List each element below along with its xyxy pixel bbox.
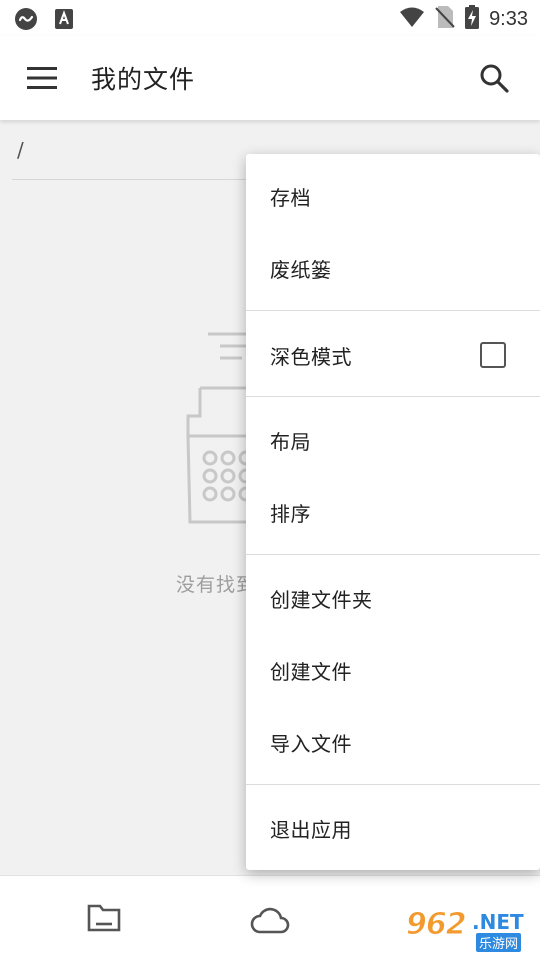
app-notification-icon bbox=[14, 7, 38, 35]
menu-item-archive[interactable]: 存档 bbox=[246, 160, 540, 232]
status-bar: 9:33 bbox=[0, 0, 540, 36]
watermark-number: 962 bbox=[406, 907, 468, 943]
a-notification-icon bbox=[54, 8, 74, 34]
menu-item-label: 退出应用 bbox=[270, 817, 352, 842]
menu-divider bbox=[246, 554, 540, 555]
menu-item-exit-app[interactable]: 退出应用 bbox=[246, 792, 540, 864]
menu-item-dark-mode[interactable]: 深色模式 bbox=[246, 318, 540, 392]
search-icon[interactable] bbox=[474, 58, 514, 98]
menu-item-create-folder[interactable]: 创建文件夹 bbox=[246, 562, 540, 634]
app-bar: 我的文件 bbox=[0, 36, 540, 120]
menu-item-label: 布局 bbox=[270, 429, 311, 454]
watermark-logo: 962 .NET 乐游网 bbox=[400, 907, 535, 952]
menu-item-label: 导入文件 bbox=[270, 731, 352, 756]
wifi-icon bbox=[399, 6, 425, 32]
battery-charging-icon bbox=[465, 5, 480, 33]
menu-item-import-file[interactable]: 导入文件 bbox=[246, 706, 540, 778]
menu-item-label: 创建文件 bbox=[270, 659, 352, 684]
hamburger-menu-icon[interactable] bbox=[22, 60, 62, 96]
menu-item-label: 存档 bbox=[270, 185, 311, 210]
menu-item-label: 排序 bbox=[270, 501, 311, 526]
status-time: 9:33 bbox=[489, 7, 528, 30]
watermark-subtitle: 乐游网 bbox=[476, 933, 522, 952]
menu-item-label: 创建文件夹 bbox=[270, 587, 373, 612]
menu-divider bbox=[246, 310, 540, 311]
cloud-icon[interactable] bbox=[250, 902, 290, 940]
menu-divider bbox=[246, 784, 540, 785]
menu-item-layout[interactable]: 布局 bbox=[246, 404, 540, 476]
menu-item-label: 深色模式 bbox=[270, 344, 352, 369]
breadcrumb[interactable]: / bbox=[17, 138, 24, 162]
watermark-domain: .NET bbox=[472, 910, 524, 934]
empty-state-text: 没有找到 bbox=[176, 574, 257, 596]
dark-mode-checkbox[interactable] bbox=[480, 342, 506, 368]
menu-item-sort[interactable]: 排序 bbox=[246, 476, 540, 548]
menu-item-label: 废纸篓 bbox=[270, 257, 332, 282]
menu-item-create-file[interactable]: 创建文件 bbox=[246, 634, 540, 706]
bottom-navigation: 962 .NET 乐游网 bbox=[0, 875, 540, 960]
folder-icon[interactable] bbox=[86, 902, 122, 938]
menu-divider bbox=[246, 396, 540, 397]
no-sim-icon bbox=[435, 5, 455, 33]
overflow-menu: 存档 废纸篓 深色模式 布局 排序 创建文件夹 创建文件 导入文件 退出应用 bbox=[246, 154, 540, 870]
menu-item-trash[interactable]: 废纸篓 bbox=[246, 232, 540, 304]
page-title: 我的文件 bbox=[91, 65, 196, 94]
